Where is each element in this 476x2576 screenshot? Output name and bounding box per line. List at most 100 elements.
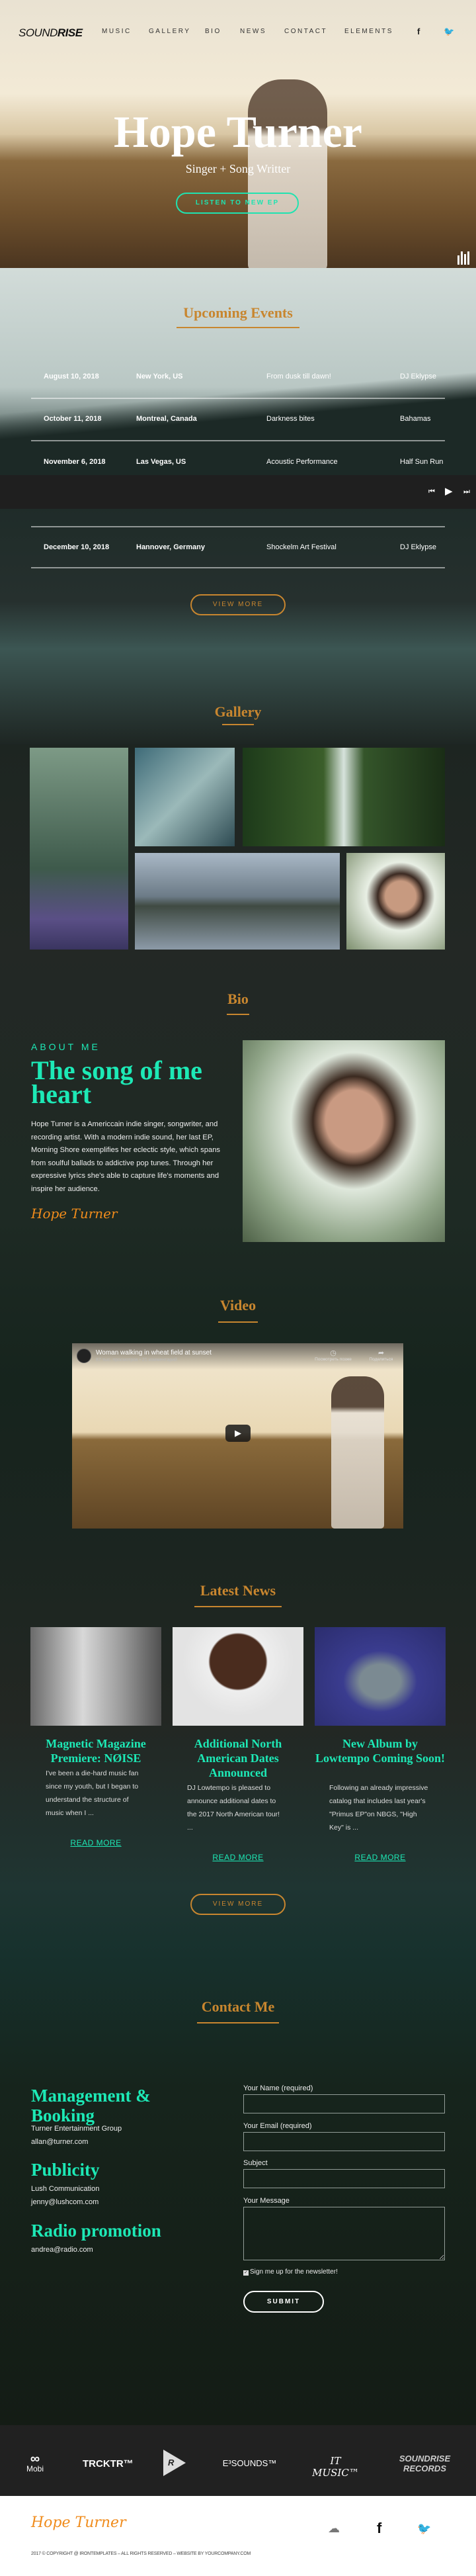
message-textarea[interactable] [243, 2207, 445, 2260]
events-title: Upcoming Events [183, 304, 293, 321]
contact-title: Contact Me [201, 1998, 275, 2015]
news-excerpt: DJ Lowtempo is pleased to announce addit… [187, 1784, 280, 1832]
management-email[interactable]: allan@turner.com [31, 2138, 88, 2146]
submit-button[interactable]: SUBMIT [243, 2291, 324, 2313]
logo-text-bold: RISE [57, 26, 83, 39]
read-more-link[interactable]: READ MORE [30, 1838, 161, 1847]
partner-logo-soundrise[interactable]: SOUNDRISE RECORDS [397, 2454, 453, 2473]
event-date: November 6, 2018 [44, 458, 106, 466]
video-embed[interactable]: Woman walking in wheat field at sunset 8… [72, 1343, 403, 1529]
nav-news[interactable]: NEWS [240, 28, 266, 35]
title-underline [177, 327, 299, 328]
news-excerpt: I've been a die-hard music fan since my … [46, 1769, 139, 1817]
about-me-eyebrow: ABOUT ME [31, 1042, 100, 1052]
event-artist: DJ Eklypse [400, 543, 437, 551]
news-title: Latest News [200, 1582, 276, 1599]
video-title-text[interactable]: Woman walking in wheat field at sunset [96, 1349, 212, 1356]
watch-later-button[interactable]: ◷ Посмотреть позже [310, 1349, 356, 1362]
read-more-link[interactable]: READ MORE [173, 1853, 303, 1862]
divider [31, 526, 445, 527]
forest-background [0, 344, 476, 476]
share-button[interactable]: ➦ Поделиться [363, 1349, 399, 1362]
gallery-image[interactable] [135, 748, 235, 846]
nav-contact[interactable]: CONTACT [284, 28, 327, 35]
partner-name: Mobi [26, 2464, 44, 2473]
watch-later-label: Посмотреть позже [315, 1357, 352, 1362]
video-play-button[interactable]: ▶ [225, 1425, 251, 1442]
video-title: Video [219, 1297, 257, 1313]
news-heading[interactable]: Additional North American Dates Announce… [173, 1736, 303, 1780]
previous-track-icon[interactable]: ⏮ [428, 488, 435, 496]
partner-logo-e3sounds[interactable]: E³SOUNDS™ [221, 2458, 278, 2468]
news-image[interactable] [315, 1627, 446, 1726]
read-more-link[interactable]: READ MORE [315, 1853, 446, 1862]
gallery-image[interactable] [346, 853, 445, 950]
name-input[interactable] [243, 2094, 445, 2113]
publicity-company: Lush Communication [31, 2185, 100, 2193]
event-artist: DJ Eklypse [400, 373, 437, 380]
next-track-icon[interactable]: ⏭ [463, 488, 470, 496]
event-location: Hannover, Germany [136, 543, 205, 551]
gallery-image[interactable] [135, 853, 340, 950]
divider [31, 398, 445, 399]
event-artist: Half Sun Run [400, 458, 444, 466]
partner-logo-mobi[interactable]: ∞ Mobi [22, 2452, 48, 2473]
hero-title: Hope Turner [114, 107, 362, 157]
twitter-icon[interactable]: 🐦 [444, 26, 454, 37]
event-name: From dusk till dawn! [266, 373, 331, 380]
news-image[interactable] [173, 1627, 303, 1726]
name-label: Your Name (required) [243, 2084, 313, 2092]
event-location: Las Vegas, US [136, 458, 186, 466]
subject-input[interactable] [243, 2169, 445, 2188]
twitter-icon[interactable]: 🐦 [417, 2522, 431, 2536]
newsletter-checkbox[interactable]: ✓ [243, 2270, 249, 2276]
partner-logo-itmusic[interactable]: IT MUSIC™ [311, 2455, 360, 2479]
soundcloud-icon[interactable]: ☁ [328, 2522, 340, 2536]
hero-subtitle: Singer + Song Writter [185, 162, 291, 175]
site-logo[interactable]: SOUNDRISE [19, 26, 83, 40]
event-date: October 11, 2018 [44, 415, 102, 423]
news-view-more-button[interactable]: VIEW MORE [190, 1894, 286, 1915]
partner-logo-trcktr[interactable]: TRCKTR™ [83, 2458, 134, 2469]
share-icon: ➦ [377, 1349, 385, 1357]
video-thumbnail-person [331, 1376, 384, 1529]
events-view-more-button[interactable]: VIEW MORE [190, 594, 286, 615]
email-input[interactable] [243, 2132, 445, 2151]
music-player-bar [0, 475, 476, 509]
nav-gallery[interactable]: GALLERY [149, 28, 190, 35]
news-heading[interactable]: Magnetic Magazine Premiere: NØISE [30, 1736, 161, 1765]
event-location: Montreal, Canada [136, 415, 197, 423]
divider [31, 440, 445, 441]
management-heading: Management & Booking [31, 2086, 151, 2125]
event-artist: Bahamas [400, 415, 431, 423]
radio-email[interactable]: andrea@radio.com [31, 2246, 93, 2254]
equalizer-icon[interactable] [457, 251, 472, 265]
nav-music[interactable]: MUSIC [102, 28, 132, 35]
share-label: Поделиться [369, 1357, 393, 1362]
email-label: Your Email (required) [243, 2122, 312, 2130]
gallery-image[interactable] [243, 748, 445, 846]
title-underline [197, 2022, 279, 2023]
copyright-text: 2017 © COPYRIGHT @ IRONTEMPLATES – ALL R… [31, 2552, 251, 2556]
listen-ep-button[interactable]: LISTEN TO NEW EP [176, 193, 299, 214]
nav-bio[interactable]: BIO [205, 28, 221, 35]
news-image[interactable] [30, 1627, 161, 1726]
signature: Hope Turner [31, 1206, 118, 1221]
clock-icon: ◷ [330, 1349, 337, 1357]
gallery-title: Gallery [214, 703, 262, 720]
event-date: December 10, 2018 [44, 543, 110, 551]
facebook-icon[interactable]: f [417, 26, 420, 36]
publicity-email[interactable]: jenny@lushcom.com [31, 2198, 99, 2206]
facebook-icon[interactable]: f [377, 2520, 381, 2537]
channel-avatar[interactable] [77, 1349, 91, 1363]
nav-elements[interactable]: ELEMENTS [344, 28, 393, 35]
gallery-image[interactable] [30, 748, 128, 950]
management-company: Turner Entertainment Group [31, 2125, 122, 2133]
news-heading[interactable]: New Album by Lowtempo Coming Soon! [315, 1736, 446, 1765]
newsletter-checkbox-row[interactable]: ✓ Sign me up for the newsletter! [243, 2268, 338, 2276]
play-icon[interactable]: ▶ [445, 485, 453, 497]
event-name: Acoustic Performance [266, 458, 338, 466]
divider [31, 567, 445, 568]
footer-signature[interactable]: Hope Turner [31, 2514, 126, 2531]
newsletter-label: Sign me up for the newsletter! [250, 2268, 338, 2276]
